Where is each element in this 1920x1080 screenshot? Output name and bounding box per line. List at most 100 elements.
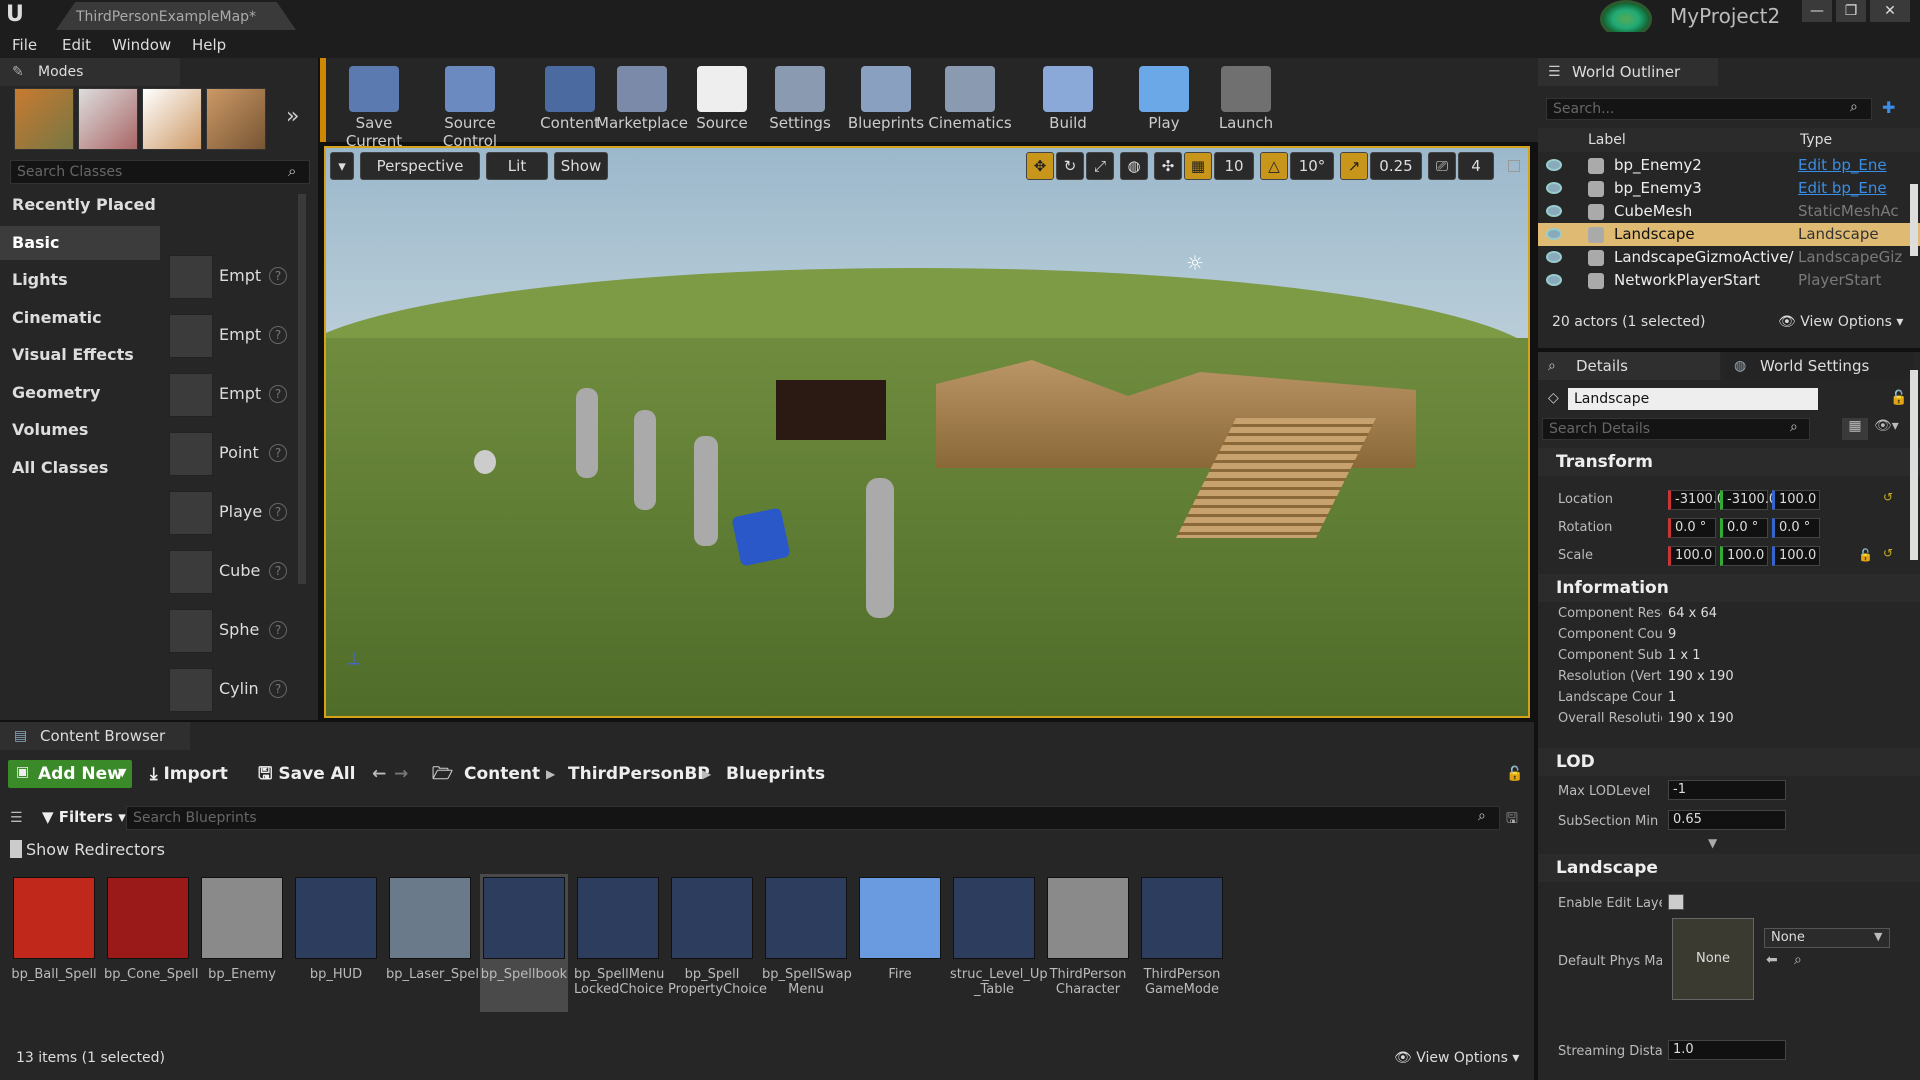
visibility-eye-icon[interactable] (1546, 205, 1562, 217)
streaming-distance-input[interactable]: 1.0 (1668, 1040, 1786, 1060)
maximize-button[interactable]: ❐ (1836, 0, 1866, 22)
scale-x-input[interactable]: 100.0 (1668, 546, 1716, 566)
location-y-input[interactable]: -3100.0 (1720, 490, 1777, 510)
rotation-x-input[interactable]: 0.0 ° (1668, 518, 1716, 538)
placeable-item[interactable]: Cube? (165, 545, 293, 599)
lit-button[interactable]: Lit (486, 152, 548, 180)
menu-file[interactable]: File (12, 36, 37, 54)
surface-snap-icon[interactable]: ✣ (1154, 152, 1182, 180)
help-icon[interactable]: ? (269, 385, 287, 403)
enemy-figure-1[interactable] (576, 388, 598, 478)
asset-tile[interactable]: bp_SpellSwap Menu (762, 874, 852, 1012)
camera-speed-value[interactable]: 4 (1458, 152, 1494, 180)
table-row[interactable]: Landscape Landscape (1538, 223, 1920, 246)
help-icon[interactable]: ? (269, 444, 287, 462)
document-tab[interactable]: ThirdPersonExampleMap* (56, 2, 296, 30)
landscape-section[interactable]: Landscape (1538, 854, 1920, 882)
light-icon[interactable]: ☼ (1186, 251, 1204, 275)
placeable-item[interactable]: Empt? (165, 368, 293, 422)
enemy-figure-4[interactable] (866, 478, 894, 618)
scale-snap-icon[interactable]: ↗ (1340, 152, 1368, 180)
placeable-item[interactable]: Playe? (165, 486, 293, 540)
player-start-camera[interactable] (731, 507, 791, 567)
table-row[interactable]: bp_Enemy3 Edit bp_Ene (1538, 177, 1920, 200)
actor-icon[interactable] (474, 450, 496, 474)
dark-cube[interactable] (776, 380, 886, 440)
outliner-tab[interactable]: World Outliner (1538, 58, 1718, 86)
close-button[interactable]: ✕ (1870, 0, 1910, 22)
information-section[interactable]: Information (1538, 574, 1920, 602)
reset-location-icon[interactable]: ↺ (1883, 490, 1893, 504)
settings-button[interactable]: Settings (752, 62, 848, 142)
source-control-button[interactable]: Source Control (422, 62, 518, 150)
asset-tile[interactable]: ThirdPerson GameMode (1138, 874, 1226, 1012)
asset-tile[interactable]: bp_Spellbook (480, 874, 568, 1012)
scale-icon[interactable]: ⤢ (1086, 152, 1114, 180)
asset-tile[interactable]: bp_Cone_Spell (104, 874, 199, 1012)
asset-tile[interactable]: bp_Laser_Spell (386, 874, 483, 1012)
build-button[interactable]: Build (1020, 62, 1116, 142)
table-row[interactable]: CubeMesh StaticMeshAc (1538, 200, 1920, 223)
help-icon[interactable]: ? (269, 267, 287, 285)
scale-z-input[interactable]: 100.0 (1772, 546, 1820, 566)
asset-tile[interactable]: struc_Level_Up _Table (950, 874, 1048, 1012)
table-row[interactable]: bp_Enemy2 Edit bp_Ene (1538, 154, 1920, 177)
expand-chevron-icon[interactable]: ▼ (1708, 836, 1717, 850)
translate-icon[interactable]: ✥ (1026, 152, 1054, 180)
viewport-menu-button[interactable]: ▾ (330, 152, 354, 180)
enemy-figure-2[interactable] (634, 410, 656, 510)
help-icon[interactable]: ? (269, 680, 287, 698)
visibility-eye-icon[interactable] (1546, 274, 1562, 286)
asset-tile[interactable]: bp_Ball_Spell (10, 874, 98, 1012)
outliner-scrollbar[interactable] (1910, 184, 1918, 256)
blueprints-button[interactable]: Blueprints (838, 62, 934, 142)
asset-tile[interactable]: bp_Enemy (198, 874, 286, 1012)
help-icon[interactable]: ? (269, 326, 287, 344)
reset-scale-icon[interactable]: ↺ (1883, 546, 1893, 560)
add-actor-icon[interactable]: ✚ (1882, 98, 1895, 117)
cinematics-button[interactable]: Cinematics (922, 62, 1018, 142)
location-x-input[interactable]: -3100.0 (1668, 490, 1725, 510)
visibility-eye-icon[interactable] (1546, 159, 1562, 171)
help-icon[interactable]: ? (269, 621, 287, 639)
grid-snap-icon[interactable]: ▦ (1184, 152, 1212, 180)
placeable-item[interactable]: Empt? (165, 309, 293, 363)
menu-help[interactable]: Help (192, 36, 226, 54)
menu-window[interactable]: Window (112, 36, 171, 54)
phys-material-thumbnail[interactable]: None (1672, 918, 1754, 1000)
perspective-button[interactable]: Perspective (360, 152, 480, 180)
phys-material-select[interactable]: None (1764, 928, 1890, 948)
subsection-input[interactable]: 0.65 (1668, 810, 1786, 830)
asset-tile[interactable]: ThirdPerson Character (1044, 874, 1132, 1012)
edit-layers-checkbox[interactable] (1668, 894, 1684, 910)
maximize-viewport-icon[interactable] (1508, 160, 1520, 172)
location-z-input[interactable]: 100.0 (1772, 490, 1820, 510)
details-scrollbar[interactable] (1910, 370, 1918, 560)
table-row[interactable]: NetworkPlayerStart PlayerStart (1538, 269, 1920, 292)
content-view-options[interactable]: 👁 View Options ▾ (1394, 1050, 1519, 1066)
asset-tile[interactable]: bp_SpellMenu LockedChoice (574, 874, 664, 1012)
rotation-snap-value[interactable]: 10° (1290, 152, 1334, 180)
table-row[interactable]: LandscapeGizmoActive/LandscapeGiz (1538, 246, 1920, 269)
asset-tile[interactable]: bp_Spell PropertyChoice (668, 874, 767, 1012)
placeable-item[interactable]: Sphe? (165, 604, 293, 658)
asset-tile[interactable]: bp_HUD (292, 874, 380, 1012)
visibility-eye-icon[interactable] (1546, 251, 1562, 263)
show-button[interactable]: Show (554, 152, 608, 180)
browse-icon[interactable]: ⌕ (1794, 952, 1802, 968)
rotation-y-input[interactable]: 0.0 ° (1720, 518, 1768, 538)
outliner-search-input[interactable]: Search... (1546, 98, 1872, 120)
use-selected-icon[interactable]: ⬅ (1766, 952, 1778, 968)
actor-type[interactable]: Edit bp_Ene (1798, 154, 1910, 177)
help-icon[interactable]: ? (269, 562, 287, 580)
placeable-item[interactable]: Cylin? (165, 663, 293, 717)
world-local-icon[interactable]: ◍ (1120, 152, 1148, 180)
lod-section[interactable]: LOD (1538, 748, 1920, 776)
placeable-item[interactable]: Empt? (165, 250, 293, 304)
scrollbar[interactable] (298, 194, 306, 584)
scale-lock-icon[interactable]: 🔓 (1858, 548, 1873, 562)
outliner-view-options[interactable]: 👁 View Options ▾ (1778, 314, 1903, 330)
level-viewport[interactable]: ☼ ⟂ ▾ Perspective Lit Show ✥ ↻ ⤢ ◍ ✣ ▦ 1… (324, 146, 1530, 718)
max-lod-input[interactable]: -1 (1668, 780, 1786, 800)
save-current-button[interactable]: Save Current (326, 62, 422, 150)
